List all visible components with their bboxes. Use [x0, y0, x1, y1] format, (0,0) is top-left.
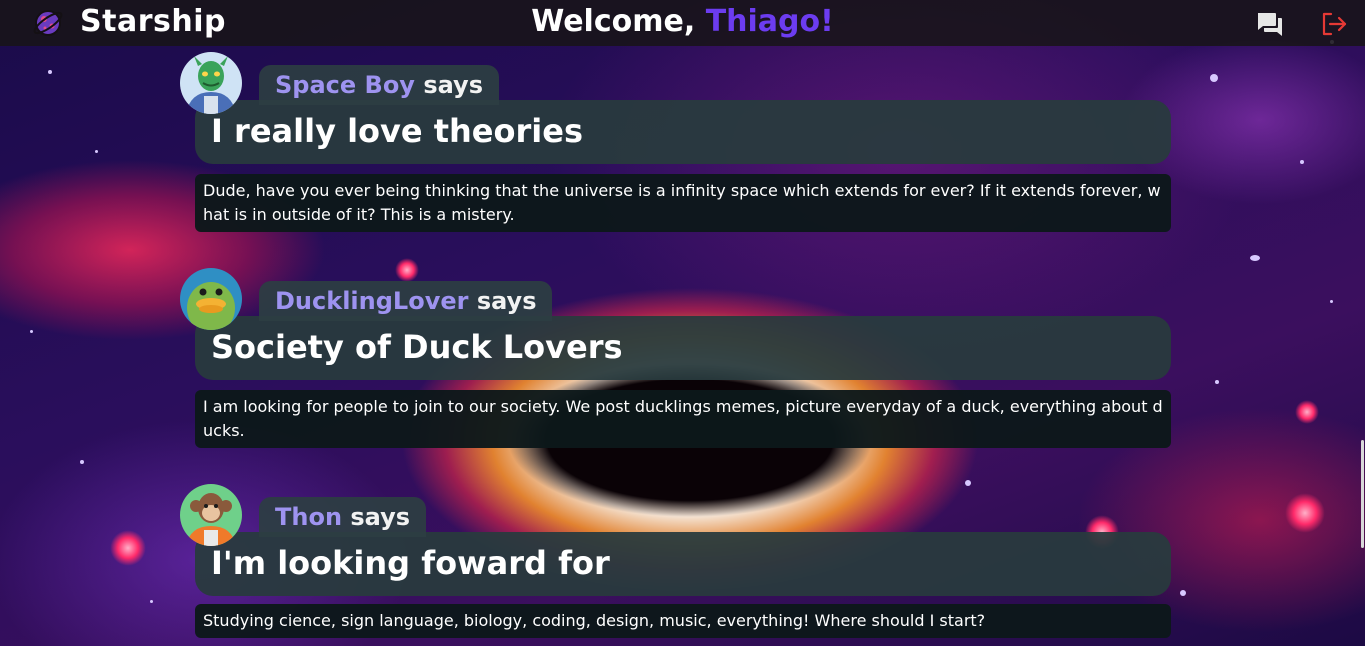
post-title[interactable]: Society of Duck Lovers — [195, 316, 1171, 380]
duck-avatar[interactable] — [180, 268, 242, 330]
post-author[interactable]: DucklingLover — [275, 287, 468, 315]
post-author[interactable]: Space Boy — [275, 71, 415, 99]
glow-star — [395, 258, 419, 282]
post-author-tag: Thon says — [259, 497, 427, 537]
star — [1330, 300, 1333, 303]
post-author-tag: DucklingLover says — [259, 281, 553, 321]
welcome-message: Welcome, Thiago! — [0, 4, 1365, 39]
says-label: says — [423, 71, 483, 99]
glow-star — [1295, 400, 1319, 424]
star — [48, 70, 52, 74]
star — [1180, 590, 1186, 596]
post-title[interactable]: I'm looking foward for — [195, 532, 1171, 596]
star — [1210, 74, 1218, 82]
post-author[interactable]: Thon — [275, 503, 342, 531]
monkey-astronaut-avatar[interactable] — [180, 484, 242, 546]
glow-star — [1285, 493, 1325, 533]
star — [965, 480, 971, 486]
says-label: says — [350, 503, 411, 531]
star — [1250, 255, 1260, 261]
user-name: Thiago! — [705, 4, 834, 39]
post-body: I am looking for people to join to our s… — [195, 390, 1171, 448]
logout-icon[interactable] — [1320, 10, 1348, 38]
post-author-tag: Space Boy says — [259, 65, 499, 105]
star — [1300, 160, 1304, 164]
post-body: Studying cience, sign language, biology,… — [195, 604, 1171, 638]
chat-bubbles-icon[interactable] — [1256, 10, 1284, 38]
scrollbar-thumb[interactable] — [1361, 440, 1364, 548]
says-label: says — [476, 287, 537, 315]
top-navbar: Starship Welcome, Thiago! — [0, 0, 1365, 46]
star — [150, 600, 153, 603]
star — [95, 150, 98, 153]
star — [1215, 380, 1219, 384]
welcome-prefix: Welcome, — [531, 4, 706, 39]
scrollbar[interactable] — [1359, 46, 1365, 646]
star — [30, 330, 33, 333]
glow-star — [110, 530, 146, 566]
post-title[interactable]: I really love theories — [195, 100, 1171, 164]
alien-astronaut-avatar[interactable] — [180, 52, 242, 114]
star — [80, 460, 84, 464]
post-body: Dude, have you ever being thinking that … — [195, 174, 1171, 232]
